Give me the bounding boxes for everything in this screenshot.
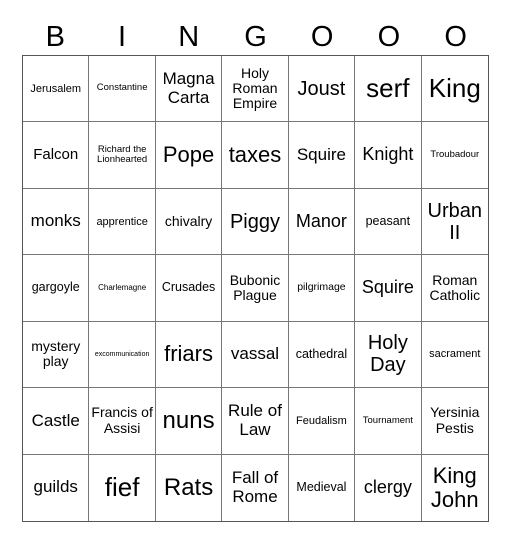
bingo-cell[interactable]: clergy [355, 454, 422, 521]
bingo-cell[interactable]: Joust [288, 56, 356, 123]
bingo-cell[interactable]: Constantine [89, 56, 156, 123]
bingo-cell[interactable]: fief [89, 454, 156, 521]
bingo-cell[interactable]: serf [355, 56, 422, 123]
bingo-cell[interactable]: sacrament [421, 322, 488, 389]
header-letter: G [244, 21, 267, 53]
bingo-cell[interactable]: Squire [355, 255, 422, 322]
bingo-cell[interactable]: Bubonic Plague [222, 255, 289, 322]
header-letter: O [310, 21, 334, 53]
bingo-cell[interactable]: Rule of Law [222, 388, 289, 455]
bingo-cell[interactable]: Knight [355, 122, 422, 189]
bingo-cell[interactable]: chivalry [155, 188, 223, 256]
header-letter: B [45, 21, 66, 53]
bingo-cell[interactable]: mystery play [23, 321, 90, 389]
bingo-cell[interactable]: Feudalism [288, 388, 356, 455]
header-letter: I [118, 21, 127, 53]
bingo-cell[interactable]: pilgrimage [288, 255, 356, 322]
bingo-cell[interactable]: Yersinia Pestis [421, 388, 488, 455]
bingo-cell[interactable]: Falcon [23, 122, 90, 189]
bingo-cell[interactable]: nuns [155, 388, 223, 455]
bingo-grid: Jerusalem Constantine Magna Carta Holy R… [22, 55, 489, 522]
bingo-cell[interactable]: Troubadour [421, 122, 488, 189]
bingo-cell[interactable]: Castle [23, 388, 90, 455]
bingo-cell[interactable]: vassal [222, 321, 289, 389]
header-letter: N [178, 21, 200, 53]
bingo-cell[interactable]: excommunication [89, 321, 156, 389]
bingo-cell[interactable]: Jerusalem [23, 56, 90, 123]
bingo-cell[interactable]: taxes [222, 122, 289, 189]
bingo-cell[interactable]: guilds [23, 454, 90, 521]
bingo-cell[interactable]: Richard the Lionhearted [89, 122, 156, 189]
bingo-cell[interactable]: Tournament [355, 388, 422, 455]
bingo-cell[interactable]: Piggy [222, 188, 289, 256]
bingo-cell[interactable]: friars [155, 321, 223, 389]
bingo-cell[interactable]: cathedral [288, 321, 356, 389]
bingo-cell[interactable]: Roman Catholic [421, 255, 488, 322]
bingo-cell[interactable]: Charlemagne [89, 255, 156, 322]
bingo-cell[interactable]: Urban II [421, 189, 488, 256]
bingo-cell[interactable]: gargoyle [23, 255, 90, 322]
bingo-cell[interactable]: Francis of Assisi [89, 388, 156, 455]
bingo-header: B I N G O O O [22, 18, 489, 56]
bingo-cell[interactable]: Magna Carta [155, 56, 223, 123]
bingo-cell[interactable]: Squire [288, 122, 356, 189]
bingo-cell[interactable]: Holy Day [355, 321, 422, 389]
bingo-cell[interactable]: King [421, 56, 488, 123]
bingo-cell[interactable]: Manor [288, 188, 356, 256]
bingo-cell[interactable]: monks [23, 188, 90, 256]
bingo-cell[interactable]: Rats [156, 454, 223, 521]
bingo-cell[interactable]: Medieval [289, 454, 356, 521]
bingo-cell[interactable]: peasant [355, 188, 422, 256]
header-letter: O [377, 21, 401, 53]
header-letter: O [444, 21, 467, 53]
bingo-cell[interactable]: Fall of Rome [222, 454, 289, 521]
bingo-cell[interactable]: apprentice [89, 188, 156, 256]
bingo-cell[interactable]: Holy Roman Empire [222, 56, 289, 123]
bingo-cell[interactable]: Crusades [155, 255, 223, 322]
bingo-cell[interactable]: King John [422, 455, 488, 521]
bingo-cell[interactable]: Pope [155, 122, 223, 189]
